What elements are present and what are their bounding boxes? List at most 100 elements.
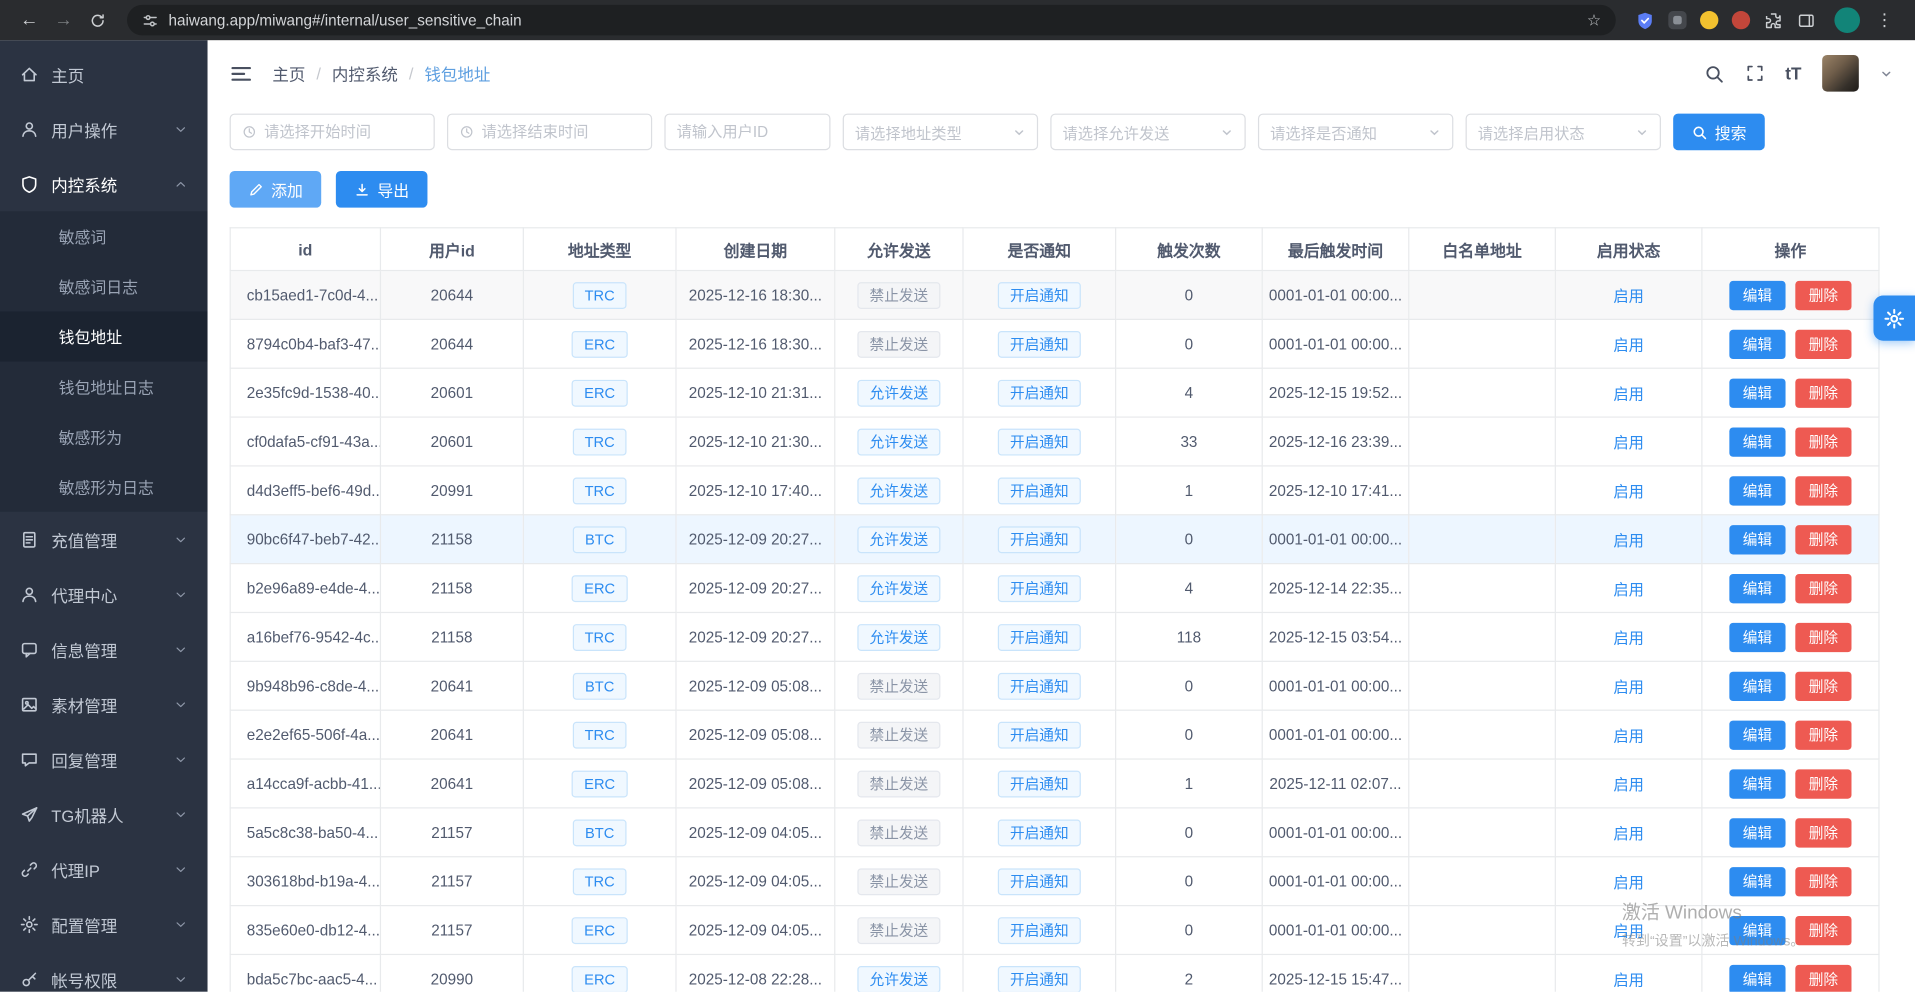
sidebar-item-6[interactable]: 素材管理	[0, 677, 208, 732]
site-settings-icon[interactable]	[142, 12, 159, 29]
edit-button[interactable]: 编辑	[1729, 671, 1785, 700]
status-enabled-link[interactable]: 启用	[1613, 679, 1644, 696]
status-enabled-link[interactable]: 启用	[1613, 826, 1644, 843]
status-enabled-link[interactable]: 启用	[1613, 630, 1644, 647]
breadcrumb-home[interactable]: 主页	[272, 61, 305, 85]
sidebar-item-2[interactable]: 内控系统	[0, 156, 208, 211]
status-enabled-link[interactable]: 启用	[1613, 337, 1644, 354]
address-type-select[interactable]: 请选择地址类型	[843, 114, 1038, 151]
edit-button[interactable]: 编辑	[1729, 769, 1785, 798]
sidebar-item-7[interactable]: 回复管理	[0, 732, 208, 787]
edit-button[interactable]: 编辑	[1729, 427, 1785, 456]
delete-button[interactable]: 删除	[1795, 378, 1851, 407]
sidebar-subitem-5[interactable]: 敏感形为日志	[0, 462, 208, 512]
delete-button[interactable]: 删除	[1795, 329, 1851, 358]
sidebar-item-8[interactable]: TG机器人	[0, 787, 208, 842]
user-id-field[interactable]	[664, 114, 830, 151]
edit-button[interactable]: 编辑	[1729, 378, 1785, 407]
edit-button[interactable]: 编辑	[1729, 867, 1785, 896]
browser-forward-button[interactable]: →	[46, 4, 80, 36]
delete-button[interactable]: 删除	[1795, 867, 1851, 896]
extensions-puzzle-icon[interactable]	[1764, 10, 1784, 30]
status-enabled-link[interactable]: 启用	[1613, 728, 1644, 745]
edit-button[interactable]: 编辑	[1729, 622, 1785, 651]
delete-button[interactable]: 删除	[1795, 622, 1851, 651]
side-panel-icon[interactable]	[1797, 10, 1817, 30]
bookmark-star-icon[interactable]: ☆	[1587, 10, 1601, 30]
user-avatar[interactable]	[1822, 55, 1859, 92]
delete-button[interactable]: 删除	[1795, 280, 1851, 309]
settings-panel-button[interactable]	[1873, 296, 1915, 341]
notify-select[interactable]: 请选择是否通知	[1258, 114, 1453, 151]
sidebar-item-0[interactable]: 主页	[0, 46, 208, 101]
sidebar-item-5[interactable]: 信息管理	[0, 622, 208, 677]
start-time-picker[interactable]	[230, 114, 435, 151]
sidebar-subitem-4[interactable]: 敏感形为	[0, 412, 208, 462]
sidebar-item-10[interactable]: 配置管理	[0, 896, 208, 951]
status-enabled-link[interactable]: 启用	[1613, 484, 1644, 501]
extension-icon[interactable]	[1732, 11, 1750, 29]
status-enabled-link[interactable]: 启用	[1613, 532, 1644, 549]
sidebar-subitem-0[interactable]: 敏感词	[0, 211, 208, 261]
url-text[interactable]: haiwang.app/miwang#/internal/user_sensit…	[169, 12, 1578, 29]
delete-button[interactable]: 删除	[1795, 671, 1851, 700]
sidebar-item-4[interactable]: 代理中心	[0, 567, 208, 622]
delete-button[interactable]: 删除	[1795, 964, 1851, 991]
font-size-icon[interactable]: tT	[1785, 64, 1801, 84]
status-enabled-link[interactable]: 启用	[1613, 386, 1644, 403]
edit-button[interactable]: 编辑	[1729, 280, 1785, 309]
delete-button[interactable]: 删除	[1795, 818, 1851, 847]
delete-button[interactable]: 删除	[1795, 525, 1851, 554]
status-enabled-link[interactable]: 启用	[1613, 874, 1644, 891]
sidebar-subitem-3[interactable]: 钱包地址日志	[0, 362, 208, 412]
fullscreen-icon[interactable]	[1745, 64, 1765, 84]
delete-button[interactable]: 删除	[1795, 476, 1851, 505]
sidebar-item-11[interactable]: 帐号权限	[0, 951, 208, 991]
sidebar-item-9[interactable]: 代理IP	[0, 841, 208, 896]
browser-menu-button[interactable]: ⋮	[1873, 10, 1895, 31]
end-time-input[interactable]	[482, 123, 640, 140]
edit-button[interactable]: 编辑	[1729, 964, 1785, 991]
edit-button[interactable]: 编辑	[1729, 476, 1785, 505]
edit-button[interactable]: 编辑	[1729, 818, 1785, 847]
browser-profile-avatar[interactable]	[1834, 7, 1860, 33]
extension-icon[interactable]	[1700, 11, 1718, 29]
edit-button[interactable]: 编辑	[1729, 573, 1785, 602]
delete-button[interactable]: 删除	[1795, 573, 1851, 602]
status-enabled-link[interactable]: 启用	[1613, 972, 1644, 989]
extension-icon[interactable]	[1668, 11, 1686, 29]
browser-refresh-button[interactable]	[81, 4, 115, 36]
delete-button[interactable]: 删除	[1795, 769, 1851, 798]
shield-extension-icon[interactable]	[1635, 10, 1655, 30]
browser-back-button[interactable]: ←	[12, 4, 46, 36]
chevron-down-icon[interactable]	[1880, 67, 1893, 80]
status-enabled-link[interactable]: 启用	[1613, 435, 1644, 452]
status-enabled-link[interactable]: 启用	[1613, 923, 1644, 940]
menu-fold-icon[interactable]	[230, 62, 253, 85]
allow-send-select[interactable]: 请选择允许发送	[1050, 114, 1245, 151]
start-time-input[interactable]	[264, 123, 422, 140]
search-button[interactable]: 搜索	[1673, 114, 1765, 151]
edit-button[interactable]: 编辑	[1729, 525, 1785, 554]
breadcrumb-internal-system[interactable]: 内控系统	[332, 61, 398, 85]
delete-button[interactable]: 删除	[1795, 427, 1851, 456]
status-enabled-link[interactable]: 启用	[1613, 581, 1644, 598]
edit-button[interactable]: 编辑	[1729, 720, 1785, 749]
delete-button[interactable]: 删除	[1795, 720, 1851, 749]
edit-button[interactable]: 编辑	[1729, 915, 1785, 944]
enable-status-select[interactable]: 请选择启用状态	[1466, 114, 1661, 151]
end-time-picker[interactable]	[447, 114, 652, 151]
status-enabled-link[interactable]: 启用	[1613, 777, 1644, 794]
export-button[interactable]: 导出	[336, 171, 428, 208]
sidebar-subitem-1[interactable]: 敏感词日志	[0, 261, 208, 311]
sidebar-item-3[interactable]: 充值管理	[0, 512, 208, 567]
sidebar-subitem-2[interactable]: 钱包地址	[0, 311, 208, 361]
address-bar[interactable]: haiwang.app/miwang#/internal/user_sensit…	[127, 5, 1616, 36]
search-icon[interactable]	[1703, 63, 1724, 84]
user-id-input[interactable]	[677, 123, 819, 140]
add-button[interactable]: 添加	[230, 171, 322, 208]
status-enabled-link[interactable]: 启用	[1613, 288, 1644, 305]
edit-button[interactable]: 编辑	[1729, 329, 1785, 358]
sidebar-item-1[interactable]: 用户操作	[0, 101, 208, 156]
delete-button[interactable]: 删除	[1795, 915, 1851, 944]
